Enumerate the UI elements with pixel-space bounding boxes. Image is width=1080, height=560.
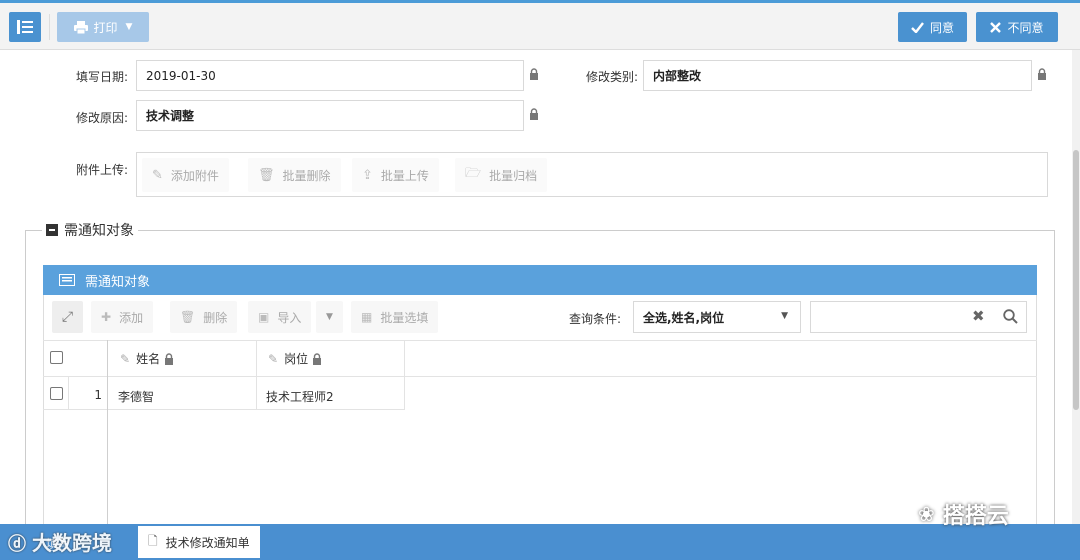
chevron-down-icon: ▼: [781, 311, 788, 321]
batch-fill-label: 批量选填: [380, 310, 429, 325]
search-input[interactable]: [810, 301, 1027, 333]
import-button[interactable]: ▣ 导入: [248, 301, 312, 333]
grid-icon: ▦: [361, 310, 373, 324]
disagree-label: 不同意: [1007, 20, 1044, 35]
column-header-name[interactable]: ✎ 姓名: [120, 350, 174, 367]
edit-icon: ✎: [268, 351, 279, 366]
modify-reason-label: 修改原因:: [75, 111, 128, 125]
import-dropdown-button[interactable]: ▼: [316, 301, 343, 333]
edit-icon: ✎: [120, 351, 131, 366]
trash-icon: 🗑: [258, 167, 275, 183]
table-top-border: [43, 340, 1037, 341]
add-attachment-label: 添加附件: [170, 168, 219, 183]
column-header-position[interactable]: ✎ 岗位: [268, 350, 322, 367]
batch-delete-label: 批量删除: [282, 168, 331, 183]
chevron-down-icon: ▼: [326, 312, 333, 322]
row-index: 1: [94, 388, 102, 402]
excel-icon: ▣: [258, 310, 270, 324]
disagree-button[interactable]: 不同意: [976, 12, 1058, 42]
row-border: [43, 409, 404, 410]
query-condition-value: 全选,姓名,岗位: [643, 310, 725, 325]
watermark-left-text: 大数跨境: [32, 531, 112, 555]
scrollbar-thumb[interactable]: [1073, 150, 1079, 410]
upload-icon: ⇪: [362, 167, 373, 183]
top-accent-line: [0, 0, 1080, 3]
lock-icon: [530, 68, 538, 80]
panel-title: 需通知对象: [85, 274, 151, 290]
print-button[interactable]: 打印 ▼: [57, 12, 149, 42]
add-row-button[interactable]: ✚ 添加: [91, 301, 154, 333]
col-divider: [256, 340, 257, 410]
close-icon: [990, 21, 1002, 33]
batch-archive-label: 批量归档: [489, 168, 538, 183]
collapse-icon: [46, 224, 58, 236]
document-icon: 🗋: [148, 533, 158, 548]
clear-icon[interactable]: ✖: [972, 307, 985, 325]
paperclip-icon: ✎: [152, 167, 163, 183]
table-header-border: [43, 376, 1037, 377]
modify-reason-field[interactable]: 技术调整: [136, 100, 524, 131]
add-attachment-button[interactable]: ✎ 添加附件: [142, 158, 229, 192]
attachment-label: 附件上传:: [75, 163, 128, 177]
cell-position[interactable]: 技术工程师2: [266, 388, 334, 405]
notify-panel-header: 需通知对象: [43, 265, 1037, 295]
col-divider: [404, 340, 405, 410]
batch-upload-button[interactable]: ⇪ 批量上传: [352, 158, 439, 192]
column-position-label: 岗位: [284, 352, 309, 366]
add-row-label: 添加: [119, 310, 144, 325]
lock-icon: [313, 352, 322, 365]
toolbar-divider: [49, 14, 50, 40]
fill-date-label: 填写日期:: [75, 70, 128, 84]
query-condition-select[interactable]: 全选,姓名,岗位 ▼: [633, 301, 801, 333]
batch-upload-label: 批量上传: [380, 168, 429, 183]
expand-button[interactable]: ⤢: [52, 301, 83, 333]
search-icon[interactable]: [1003, 309, 1018, 324]
tab-tech-modify-notice[interactable]: 🗋 技术修改通知单: [138, 526, 260, 558]
modify-type-label: 修改类别:: [585, 70, 638, 84]
check-icon: [911, 21, 924, 33]
watermark-logo-icon: ⓓ: [8, 534, 26, 555]
watermark-right: ❀ 搭搭云: [918, 498, 1009, 530]
menu-toggle-button[interactable]: [9, 12, 41, 42]
import-label: 导入: [277, 310, 302, 325]
modify-type-field[interactable]: 内部整改: [643, 60, 1032, 91]
agree-button[interactable]: 同意: [898, 12, 967, 42]
agree-label: 同意: [929, 20, 954, 35]
notify-section-legend[interactable]: 需通知对象: [42, 220, 138, 240]
expand-icon: ⤢: [61, 309, 74, 325]
delete-row-button[interactable]: 🗑 删除: [170, 301, 238, 333]
chevron-down-icon: ▼: [125, 22, 133, 32]
lock-icon: [165, 352, 174, 365]
watermark-left: ⓓ 大数跨境: [8, 527, 112, 556]
batch-fill-button[interactable]: ▦ 批量选填: [351, 301, 439, 333]
batch-delete-button[interactable]: 🗑 批量删除: [248, 158, 341, 192]
col-divider: [107, 340, 108, 525]
notify-section-title: 需通知对象: [64, 223, 134, 239]
delete-row-label: 删除: [203, 310, 228, 325]
watermark-right-text: 搭搭云: [942, 504, 1009, 529]
select-all-checkbox[interactable]: [50, 351, 63, 364]
lock-icon: [1038, 68, 1046, 80]
tab-tech-modify-notice-label: 技术修改通知单: [165, 535, 250, 550]
table-icon: [59, 274, 75, 286]
print-label: 打印: [93, 20, 118, 35]
plus-icon: ✚: [101, 310, 112, 324]
lock-icon: [530, 108, 538, 120]
folder-open-icon: 🗁: [465, 166, 482, 181]
batch-archive-button[interactable]: 🗁 批量归档: [455, 158, 548, 192]
column-name-label: 姓名: [136, 352, 161, 366]
trash-icon: 🗑: [180, 310, 196, 324]
row-checkbox[interactable]: [50, 387, 63, 400]
list-icon: [17, 20, 33, 34]
fill-date-field[interactable]: 2019-01-30: [136, 60, 524, 91]
col-divider: [68, 376, 69, 410]
printer-icon: [73, 20, 88, 34]
cell-name[interactable]: 李德智: [118, 388, 154, 405]
wechat-icon: ❀: [918, 502, 935, 526]
query-label: 查询条件:: [569, 312, 622, 326]
